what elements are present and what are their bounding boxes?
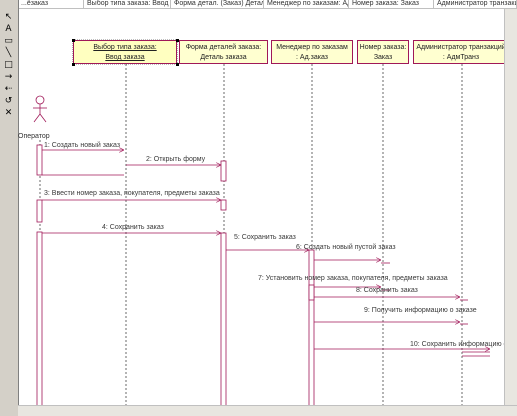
lifeline-order-detail[interactable]: Форма деталей заказа: Деталь заказа bbox=[179, 40, 268, 64]
object-class: : Ад.заказ bbox=[296, 54, 328, 61]
object-name: Номер заказа: bbox=[359, 44, 407, 51]
message-label[interactable]: 3: Ввести номер заказа, покупателя, пред… bbox=[44, 189, 220, 198]
selection-handle[interactable] bbox=[72, 63, 75, 66]
object-name: Выбор типа заказа: bbox=[93, 44, 157, 51]
message-arrows bbox=[42, 150, 490, 349]
message-label[interactable]: 10: Сохранить информацию о заказе bbox=[410, 340, 517, 349]
lifeline-order-manager[interactable]: Менеджер по заказам : Ад.заказ bbox=[271, 40, 353, 64]
object-name: Менеджер по заказам bbox=[276, 44, 348, 51]
lifeline-transaction-admin[interactable]: Администратор транзакций : АдмТранз bbox=[413, 40, 509, 64]
horizontal-scrollbar[interactable] bbox=[18, 405, 517, 416]
message-label[interactable]: 8: Сохранить заказ bbox=[356, 286, 418, 295]
message-label[interactable]: 5: Сохранить заказ bbox=[234, 233, 296, 242]
object-name: Форма деталей заказа: bbox=[185, 44, 262, 51]
message-label[interactable]: 7: Установить номер заказа, покупателя, … bbox=[258, 274, 448, 283]
actor-label[interactable]: Оператор bbox=[18, 132, 50, 141]
object-class: Деталь заказа bbox=[200, 54, 247, 61]
vertical-scrollbar[interactable] bbox=[504, 9, 517, 406]
message-label[interactable]: 2: Открыть форму bbox=[146, 155, 205, 164]
message-label[interactable]: 4: Сохранить заказ bbox=[102, 223, 164, 232]
message-label[interactable]: 1: Создать новый заказ bbox=[44, 141, 120, 150]
lifeline-order[interactable]: Номер заказа: Заказ bbox=[357, 40, 409, 64]
object-class: Заказ bbox=[373, 54, 393, 61]
message-label[interactable]: 9: Получить информацию о заказе bbox=[364, 306, 477, 315]
lifeline-order-entry[interactable]: Выбор типа заказа: Ввод заказа bbox=[73, 40, 177, 64]
selection-handle[interactable] bbox=[72, 39, 75, 42]
actor-figure bbox=[33, 95, 47, 123]
object-name: Администратор транзакций bbox=[416, 44, 506, 51]
object-class: Ввод заказа bbox=[105, 54, 145, 61]
message-label[interactable]: 6: Создать новый пустой заказ bbox=[296, 243, 396, 252]
object-class: : АдмТранз bbox=[442, 54, 480, 61]
